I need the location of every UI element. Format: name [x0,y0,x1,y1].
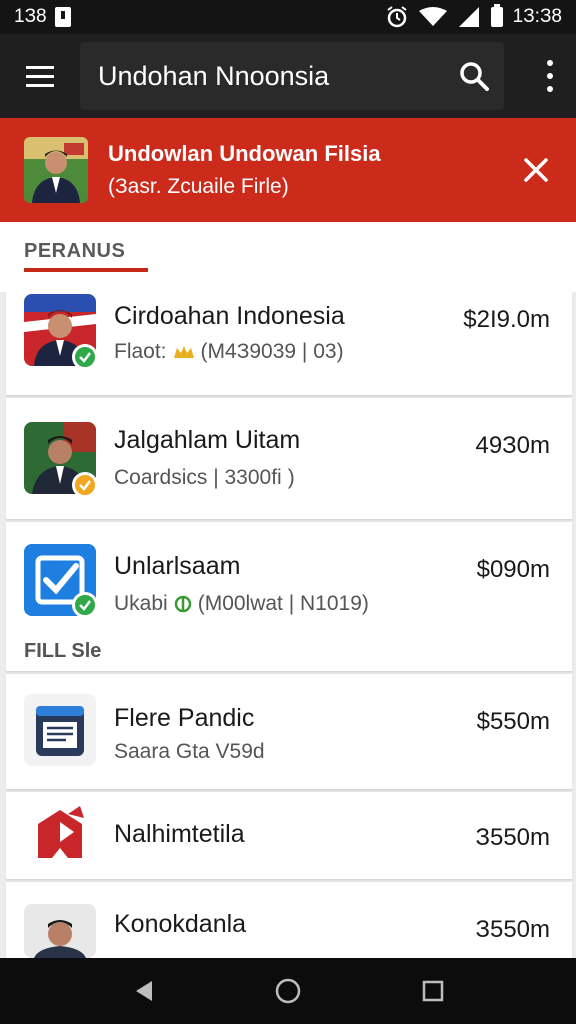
section-underline [24,268,148,272]
status-bar: 1З8 1З:З8 [0,0,576,34]
title-bar: Undohan Nnoonsia [80,42,504,110]
recents-icon[interactable] [403,961,463,1021]
system-nav-bar [0,958,576,1024]
item-name: Konokdanla [114,910,247,938]
home-icon[interactable] [258,961,318,1021]
item-name: Nalhimtetila [114,820,245,848]
item-value: З550m [475,824,550,851]
list-item[interactable]: Flere Pandic Saara Gta V59d $550m [6,674,572,790]
close-icon[interactable] [514,148,558,192]
item-name: Jalgahlam Uitam [114,426,301,454]
item-name: Unlarlsaam [114,552,241,580]
item-meta-suffix: (M00lwat | N1019) [197,592,369,615]
item-value: $2І9.0m [463,306,550,333]
banner-subtitle: (Заsr. Zcuaile Firle) [108,175,289,198]
item-value: 49З0m [475,432,550,459]
item-meta: Coardsics | 3300fi ) [114,466,295,490]
item-meta-prefix: Ukabi [114,592,168,615]
verified-check-icon [72,472,98,498]
featured-banner[interactable]: Undowlan Undowan Filsia (Заsr. Zcuaile F… [0,118,576,222]
banner-thumbnail [24,137,88,203]
item-meta-prefix: Flaot: [114,340,167,363]
signal-icon [458,7,479,27]
list-item[interactable]: Cirdoahan Indonesia Flaot: (M4З9039 | 03… [6,292,572,396]
item-value: $550m [476,708,550,735]
verified-check-icon [72,592,98,618]
coin-icon [173,346,194,358]
back-icon[interactable] [113,961,173,1021]
item-thumbnail [24,904,96,958]
item-meta-suffix: ) [287,466,295,489]
item-value: З550m [475,916,550,943]
item-meta: Flaot: (M4З9039 | 03) [114,340,344,364]
item-thumbnail [24,694,96,766]
alarm-icon [387,6,407,28]
section-header-fill: FILL Sle [24,640,102,662]
app-bar: Undohan Nnoonsia [0,34,576,118]
battery-icon [490,4,503,27]
item-thumbnail [24,800,96,872]
more-options-icon[interactable] [546,60,554,92]
hamburger-menu-icon[interactable] [0,34,80,118]
sim-card-icon [54,7,71,27]
item-meta: Ukabi (M00lwat | N1019) [114,592,369,616]
banner-title: Undowlan Undowan Filsia [108,141,381,166]
app-title: Undohan Nnoonsia [98,60,330,91]
search-icon[interactable] [444,46,504,106]
item-meta-prefix: Coardsics | 3300fi [114,466,282,489]
item-meta-suffix: (M4З9039 | 03) [200,340,344,363]
wifi-icon [418,7,447,26]
section-header-peranus: PERANUS [24,240,126,262]
item-meta-prefix: Saara Gta V59d [114,740,265,763]
status-time-left: 1З8 [14,6,47,27]
list-item[interactable]: Konokdanla З550m [6,882,572,958]
list-item[interactable]: Nalhimtetila З550m [6,792,572,880]
leaf-icon [174,595,191,613]
item-value: $090m [476,556,550,583]
list-item[interactable]: Jalgahlam Uitam Coardsics | 3300fi ) 49З… [6,398,572,520]
item-name: Cirdoahan Indonesia [114,302,345,330]
status-time-right: 1З:З8 [512,6,562,27]
verified-check-icon [72,344,98,370]
item-name: Flere Pandic [114,704,255,732]
item-meta: Saara Gta V59d [114,740,265,764]
list-item[interactable]: Unlarlsaam Ukabi (M00lwat | N1019) $090m… [6,522,572,672]
